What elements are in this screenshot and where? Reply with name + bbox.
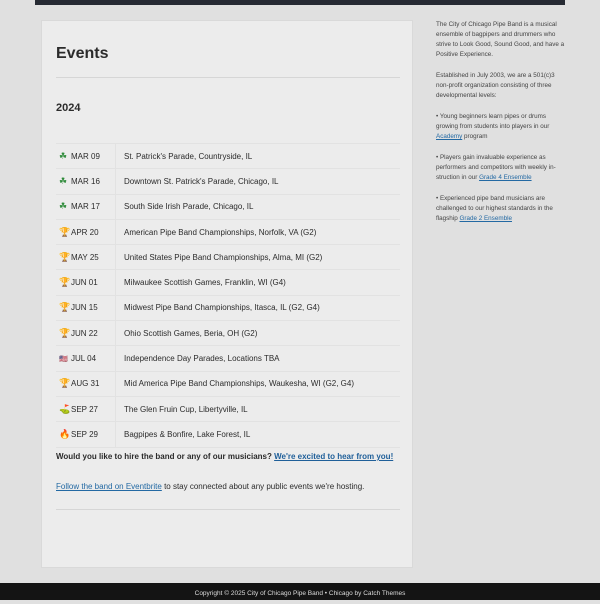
event-row: 🇺🇸 JUL 04 Independence Day Parades, Locati… bbox=[56, 345, 400, 372]
main-content: Events 2024 ☘ MAR 09 St. Patrick's Parade,… bbox=[41, 20, 413, 568]
event-row: 🏆JUN 15 Midwest Pipe Band Championships, … bbox=[56, 295, 400, 322]
event-date-cell: 🏆JUN 01 bbox=[56, 269, 116, 296]
grade-2-ensemble-link[interactable]: Grade 2 Ensemble bbox=[459, 215, 512, 222]
event-row: 🔥SEP 29 Bagpipes & Bonfire, Lake Forest, … bbox=[56, 421, 400, 448]
trophy-icon: 🏆 bbox=[59, 302, 71, 313]
event-name: United States Pipe Band Championships, A… bbox=[115, 244, 400, 271]
eventbrite-link[interactable]: Follow the band on Eventbrite bbox=[56, 482, 162, 491]
event-name: Bagpipes & Bonfire, Lake Forest, IL bbox=[115, 421, 400, 448]
fire-icon: 🔥 bbox=[59, 428, 71, 439]
event-row: 🏆JUN 22 Ohio Scottish Games, Beria, OH (G… bbox=[56, 320, 400, 347]
contact-link[interactable]: We're excited to hear from you! bbox=[274, 452, 393, 461]
event-row: ☘ MAR 09 St. Patrick's Parade, Countryside… bbox=[56, 142, 400, 170]
event-name: Independence Day Parades, Locations TBA bbox=[115, 345, 400, 372]
follow-label: to stay connected about any public event… bbox=[161, 482, 365, 491]
trophy-icon: 🏆 bbox=[59, 277, 71, 288]
event-name: Milwaukee Scottish Games, Franklin, WI (… bbox=[115, 269, 400, 296]
event-date-cell: ☘ MAR 09 bbox=[56, 142, 116, 170]
academy-link[interactable]: Academy bbox=[436, 133, 462, 140]
event-date-cell: ☘ MAR 17 bbox=[56, 194, 116, 220]
trophy-icon: 🏆 bbox=[59, 378, 71, 389]
event-date: JUN 01 bbox=[71, 278, 98, 288]
event-row: ☘ MAR 16 Downtown St. Patrick's Parade, Ch… bbox=[56, 168, 400, 195]
event-date: MAR 17 bbox=[71, 202, 100, 212]
events-table: ☘ MAR 09 St. Patrick's Parade, Countryside… bbox=[56, 142, 400, 448]
event-date: APR 20 bbox=[71, 227, 99, 237]
shamrock-icon: ☘ bbox=[59, 150, 68, 161]
event-date: MAR 09 bbox=[71, 151, 100, 161]
sidebar-established: Established in July 2003, we are a 501(c… bbox=[436, 72, 555, 99]
event-date: MAR 16 bbox=[71, 176, 100, 186]
hire-text: Would you like to hire the band or any o… bbox=[56, 452, 393, 461]
page-title: Events bbox=[56, 45, 109, 62]
golf-icon: ⛳ bbox=[59, 403, 71, 414]
event-date: AUG 31 bbox=[71, 379, 100, 389]
event-row: ☘ MAR 17 South Side Irish Parade, Chicago,… bbox=[56, 194, 400, 220]
sidebar: The City of Chicago Pipe Band is a music… bbox=[436, 20, 566, 235]
event-date-cell: 🏆JUN 15 bbox=[56, 295, 116, 322]
trophy-icon: 🏆 bbox=[59, 226, 71, 237]
event-date: MAY 25 bbox=[71, 252, 99, 262]
footer-copyright: Copyright © 2025 City of Chicago Pipe Ba… bbox=[194, 590, 406, 597]
event-name: St. Patrick's Parade, Countryside, IL bbox=[115, 142, 400, 170]
event-name: Midwest Pipe Band Championships, Itasca,… bbox=[115, 295, 400, 322]
event-name: American Pipe Band Championships, Norfol… bbox=[115, 219, 400, 246]
sidebar-intro: The City of Chicago Pipe Band is a music… bbox=[436, 21, 565, 58]
event-date-cell: 🏆MAY 25 bbox=[56, 244, 116, 271]
year-heading: 2024 bbox=[56, 102, 81, 114]
event-name: Mid America Pipe Band Championships, Wau… bbox=[115, 371, 400, 397]
event-date-cell: 🏆AUG 31 bbox=[56, 371, 116, 397]
event-date: SEP 29 bbox=[71, 429, 98, 439]
trophy-icon: 🏆 bbox=[59, 327, 71, 338]
top-bar bbox=[35, 0, 565, 5]
event-date-cell: ☘ MAR 16 bbox=[56, 168, 116, 195]
hire-label: Would you like to hire the band or any o… bbox=[56, 452, 275, 461]
sidebar-level-academy: • Young beginners learn pipes or drums g… bbox=[436, 113, 550, 140]
trophy-icon: 🏆 bbox=[59, 251, 71, 262]
event-date: JUN 22 bbox=[71, 328, 98, 338]
shamrock-icon: ☘ bbox=[59, 201, 68, 212]
event-date-cell: 🔥SEP 29 bbox=[56, 421, 116, 448]
us-flag-icon: 🇺🇸 bbox=[59, 356, 68, 364]
event-date-cell: 🇺🇸 JUL 04 bbox=[56, 345, 116, 372]
event-row: 🏆AUG 31 Mid America Pipe Band Championshi… bbox=[56, 371, 400, 397]
event-name: Ohio Scottish Games, Beria, OH (G2) bbox=[115, 320, 400, 347]
follow-text: Follow the band on Eventbrite to stay co… bbox=[56, 482, 364, 491]
event-row: ⛳SEP 27 The Glen Fruin Cup, Libertyville,… bbox=[56, 396, 400, 423]
grade-4-ensemble-link[interactable]: Grade 4 Ensemble bbox=[479, 174, 532, 181]
event-name: South Side Irish Parade, Chicago, IL bbox=[115, 194, 400, 220]
event-row: 🏆JUN 01 Milwaukee Scottish Games, Frankli… bbox=[56, 269, 400, 296]
event-date-cell: 🏆JUN 22 bbox=[56, 320, 116, 347]
sidebar-level-grade2: • Experienced pipe band musicians are ch… bbox=[436, 195, 553, 222]
shamrock-icon: ☘ bbox=[59, 175, 68, 186]
event-row: 🏆MAY 25 United States Pipe Band Champions… bbox=[56, 244, 400, 271]
title-divider bbox=[56, 77, 400, 78]
event-date: JUL 04 bbox=[71, 354, 97, 364]
event-date-cell: 🏆APR 20 bbox=[56, 219, 116, 246]
event-date: JUN 15 bbox=[71, 303, 98, 313]
event-date-cell: ⛳SEP 27 bbox=[56, 396, 116, 423]
bottom-divider bbox=[56, 509, 400, 510]
sidebar-level-grade4: • Players gain invaluable experience as … bbox=[436, 154, 556, 181]
event-date: SEP 27 bbox=[71, 404, 98, 414]
footer: Copyright © 2025 City of Chicago Pipe Ba… bbox=[0, 583, 600, 600]
event-row: 🏆APR 20 American Pipe Band Championships,… bbox=[56, 219, 400, 246]
event-name: Downtown St. Patrick's Parade, Chicago, … bbox=[115, 168, 400, 195]
event-name: The Glen Fruin Cup, Libertyville, IL bbox=[115, 396, 400, 423]
